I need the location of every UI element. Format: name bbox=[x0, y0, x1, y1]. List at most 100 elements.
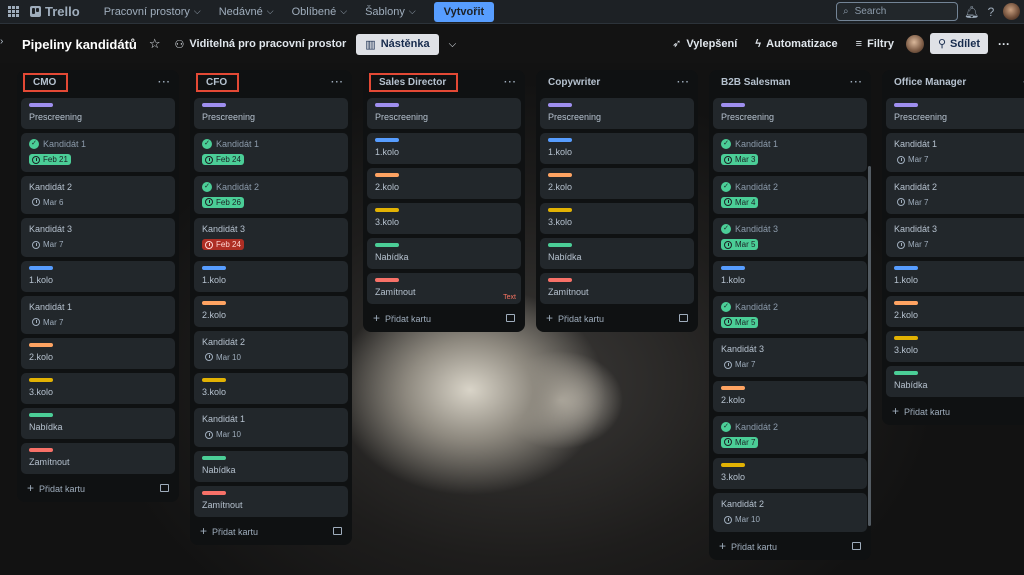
chevron-down-icon[interactable]: ⌵ bbox=[449, 39, 457, 50]
check-circle-icon[interactable]: ✓ bbox=[721, 421, 731, 432]
due-date-badge[interactable]: Mar 7 bbox=[894, 239, 931, 250]
due-date-badge[interactable]: Feb 24 bbox=[202, 154, 244, 165]
card-label-green[interactable] bbox=[548, 243, 572, 247]
card-label-blue[interactable] bbox=[548, 138, 572, 142]
list-title[interactable]: CMO bbox=[22, 72, 69, 92]
card[interactable]: Prescreening bbox=[540, 98, 694, 129]
card[interactable]: 2.kolo bbox=[194, 295, 348, 327]
due-date-badge[interactable]: Mar 10 bbox=[721, 514, 763, 525]
check-circle-icon[interactable]: ✓ bbox=[721, 139, 731, 149]
check-circle-icon[interactable]: ✓ bbox=[721, 224, 731, 234]
card-label-yellow[interactable] bbox=[29, 378, 53, 382]
card[interactable]: Nabídka bbox=[21, 408, 175, 439]
card[interactable]: Zamítnout bbox=[21, 443, 175, 474]
card-label-yellow[interactable] bbox=[894, 335, 918, 340]
card[interactable]: Prescreening bbox=[367, 98, 521, 129]
card-label-blue[interactable] bbox=[202, 265, 226, 270]
check-circle-icon[interactable]: ✓ bbox=[202, 181, 212, 192]
due-date-badge[interactable]: Feb 26 bbox=[202, 196, 244, 208]
card[interactable]: ✓ Kandidát 3 Mar 5 bbox=[713, 218, 867, 257]
card-label-purple[interactable] bbox=[202, 103, 226, 107]
card[interactable]: 1.kolo bbox=[886, 260, 1024, 292]
create-button[interactable]: Vytvořit bbox=[433, 1, 495, 22]
list-title[interactable]: Office Manager bbox=[894, 77, 966, 88]
card[interactable]: Zamítnout Text bbox=[367, 273, 521, 304]
list-scrollbar[interactable] bbox=[868, 166, 871, 526]
card-label-orange[interactable] bbox=[202, 300, 226, 305]
check-circle-icon[interactable]: ✓ bbox=[29, 139, 39, 149]
card[interactable]: Prescreening bbox=[21, 98, 175, 129]
card[interactable]: Kandidát 1 Mar 7 bbox=[886, 133, 1024, 172]
card[interactable]: 1.kolo bbox=[367, 133, 521, 164]
card-label-orange[interactable] bbox=[375, 173, 399, 177]
card[interactable]: 3.kolo bbox=[886, 330, 1024, 362]
card[interactable]: Prescreening bbox=[713, 98, 867, 129]
card-label-orange[interactable] bbox=[721, 385, 745, 390]
card[interactable]: 3.kolo bbox=[194, 373, 348, 404]
card[interactable]: Kandidát 2 Mar 7 bbox=[886, 175, 1024, 214]
notifications-icon[interactable]: 🔔︎ bbox=[964, 5, 979, 19]
add-card-button[interactable]: + Přidat kartu bbox=[713, 532, 867, 554]
due-date-badge[interactable]: Mar 6 bbox=[29, 197, 66, 208]
due-date-badge[interactable]: Mar 7 bbox=[29, 317, 66, 328]
add-card-button[interactable]: + Přidat kartu bbox=[886, 397, 1024, 419]
card[interactable]: 3.kolo bbox=[367, 203, 521, 234]
list-title[interactable]: Copywriter bbox=[548, 77, 600, 88]
card[interactable]: ✓ Kandidát 2 Mar 7 bbox=[713, 415, 867, 454]
card[interactable]: ✓ Kandidát 2 Mar 4 bbox=[713, 175, 867, 214]
card[interactable]: Nabídka bbox=[367, 238, 521, 269]
due-date-badge[interactable]: Mar 5 bbox=[721, 239, 759, 250]
card-label-orange[interactable] bbox=[548, 173, 572, 177]
list-menu-icon[interactable]: ··· bbox=[850, 77, 863, 88]
card-template-icon[interactable] bbox=[679, 314, 688, 322]
card-label-blue[interactable] bbox=[375, 138, 399, 142]
card[interactable]: 1.kolo bbox=[713, 260, 867, 292]
card[interactable]: ✓ Kandidát 1 Feb 24 bbox=[194, 133, 348, 172]
card-label-purple[interactable] bbox=[29, 103, 53, 107]
card[interactable]: Prescreening bbox=[886, 98, 1024, 129]
card[interactable]: Kandidát 2 Mar 10 bbox=[713, 493, 867, 532]
card[interactable]: 3.kolo bbox=[713, 458, 867, 489]
sidebar-toggle-icon[interactable]: › bbox=[0, 36, 10, 52]
card-label-purple[interactable] bbox=[548, 103, 572, 107]
due-date-badge[interactable]: Mar 7 bbox=[894, 197, 931, 208]
check-circle-icon[interactable]: ✓ bbox=[202, 139, 212, 149]
add-card-button[interactable]: + Přidat kartu bbox=[21, 474, 175, 496]
card-label-blue[interactable] bbox=[721, 265, 745, 270]
automation-button[interactable]: ϟ Automatizace bbox=[749, 35, 843, 53]
card-label-green[interactable] bbox=[375, 243, 399, 247]
app-switcher-icon[interactable] bbox=[8, 5, 20, 18]
list-title[interactable]: CFO bbox=[195, 72, 240, 92]
card[interactable]: 2.kolo bbox=[367, 168, 521, 199]
card-label-green[interactable] bbox=[29, 413, 53, 417]
member-avatar[interactable] bbox=[905, 34, 924, 53]
card-label-blue[interactable] bbox=[894, 265, 918, 270]
card-label-red[interactable] bbox=[548, 278, 572, 282]
card[interactable]: Kandidát 3 Mar 7 bbox=[713, 338, 867, 377]
card[interactable]: Kandidát 3 Mar 7 bbox=[21, 218, 175, 257]
card[interactable]: Kandidát 2 Mar 10 bbox=[194, 330, 348, 369]
due-date-badge[interactable]: Mar 10 bbox=[202, 429, 244, 440]
card[interactable]: Kandidát 1 Mar 10 bbox=[194, 408, 348, 447]
card-label-red[interactable] bbox=[29, 448, 53, 452]
card[interactable]: 2.kolo bbox=[886, 295, 1024, 327]
card[interactable]: Zamítnout bbox=[194, 485, 348, 517]
card[interactable]: 3.kolo bbox=[21, 373, 175, 404]
list-title[interactable]: B2B Salesman bbox=[721, 77, 790, 88]
card[interactable]: 3.kolo bbox=[540, 203, 694, 234]
card[interactable]: 2.kolo bbox=[713, 380, 867, 412]
list-header[interactable]: CFO ··· bbox=[194, 70, 348, 94]
search-input[interactable]: ⌕ Search bbox=[836, 2, 958, 21]
visibility-button[interactable]: ⚇ Viditelná pro pracovní prostor bbox=[175, 38, 347, 51]
due-date-badge[interactable]: Mar 5 bbox=[721, 316, 759, 328]
nav-templates[interactable]: Šablony ⌵ bbox=[359, 3, 422, 21]
card[interactable]: Nabídka bbox=[886, 365, 1024, 397]
card-label-purple[interactable] bbox=[375, 103, 399, 107]
list-menu-icon[interactable]: ··· bbox=[331, 77, 344, 88]
list-header[interactable]: Copywriter ··· bbox=[540, 70, 694, 94]
due-date-badge[interactable]: Mar 7 bbox=[721, 436, 759, 448]
check-circle-icon[interactable]: ✓ bbox=[721, 181, 731, 192]
card-label-yellow[interactable] bbox=[548, 208, 572, 212]
share-button[interactable]: ⚲ Sdílet bbox=[929, 33, 988, 54]
due-date-badge[interactable]: Feb 24 bbox=[202, 239, 244, 250]
